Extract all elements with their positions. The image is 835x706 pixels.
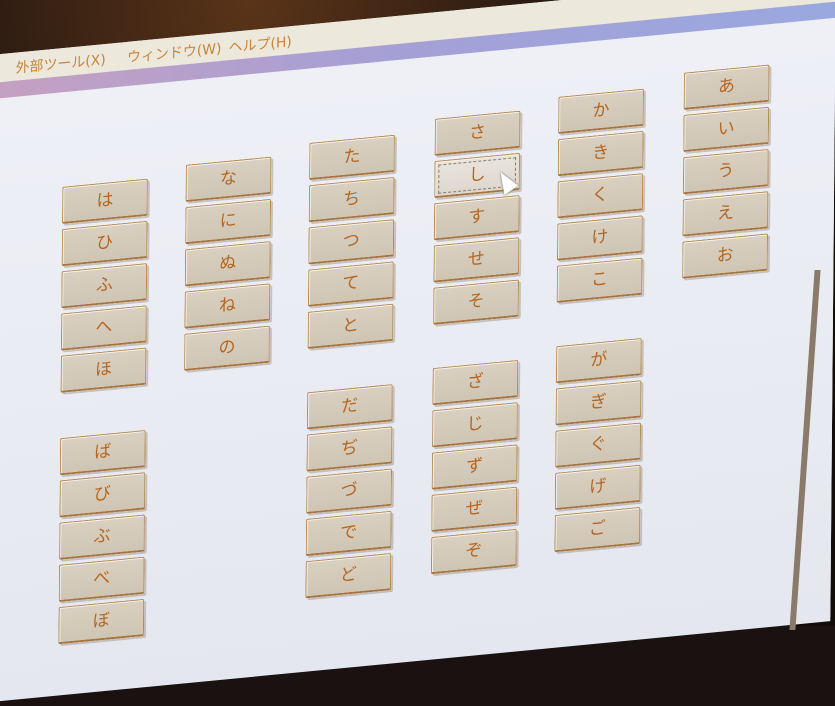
kana-key[interactable]: び xyxy=(59,472,146,518)
column-za: ざ じ ず ぜ ぞ xyxy=(430,359,519,575)
kana-key[interactable]: ご xyxy=(554,506,641,553)
kana-key[interactable]: お xyxy=(682,233,769,279)
kana-key[interactable]: き xyxy=(557,130,644,177)
kana-key[interactable]: べ xyxy=(58,556,145,603)
kana-key[interactable]: ぼ xyxy=(58,598,145,645)
kana-key[interactable]: う xyxy=(682,148,769,195)
kana-key[interactable]: は xyxy=(61,178,148,224)
kana-key[interactable]: ぞ xyxy=(430,528,517,575)
kana-key[interactable]: だ xyxy=(306,384,393,430)
column-ha: は ひ ふ へ ほ xyxy=(60,178,148,393)
kana-key[interactable]: つ xyxy=(308,219,395,265)
kana-key[interactable]: て xyxy=(307,261,394,307)
kana-key[interactable]: ね xyxy=(184,283,271,329)
kana-key[interactable]: ぎ xyxy=(555,380,642,426)
kana-key[interactable]: ぶ xyxy=(59,514,145,560)
kana-key[interactable]: た xyxy=(309,134,395,181)
kana-key[interactable]: い xyxy=(683,106,770,153)
kana-key[interactable]: さ xyxy=(434,110,521,156)
kana-key[interactable]: が xyxy=(555,337,642,384)
column-ba: ば び ぶ べ ぼ xyxy=(58,429,146,645)
kana-key[interactable]: じ xyxy=(431,402,518,448)
kana-key[interactable]: ぜ xyxy=(431,486,518,533)
column-ga: が ぎ ぐ げ ご xyxy=(554,337,642,553)
kana-key[interactable]: か xyxy=(558,88,644,135)
kana-key[interactable]: げ xyxy=(554,464,641,511)
kana-key[interactable]: で xyxy=(305,510,392,557)
kana-key[interactable]: ど xyxy=(305,552,392,599)
kana-key[interactable]: そ xyxy=(433,279,519,325)
kana-key[interactable]: ば xyxy=(59,429,146,476)
kana-key[interactable]: ず xyxy=(431,444,518,490)
kana-key[interactable]: と xyxy=(307,303,394,350)
column-ka: か き く け こ xyxy=(556,88,644,303)
kana-key[interactable]: え xyxy=(682,191,769,237)
kana-key[interactable]: く xyxy=(557,173,644,219)
kana-key[interactable]: ほ xyxy=(60,347,147,393)
menu-help[interactable]: ヘルプ(H) xyxy=(229,31,292,57)
column-ta: た ち つ て と xyxy=(307,134,395,350)
kana-key[interactable]: づ xyxy=(306,468,393,514)
kana-key[interactable]: け xyxy=(556,215,643,261)
column-a: あ い う え お xyxy=(682,64,770,279)
kana-key[interactable]: あ xyxy=(683,64,770,110)
column-na: な に ぬ ね の xyxy=(184,156,272,371)
column-sa: さ し す せ そ xyxy=(433,110,521,325)
kana-key[interactable]: な xyxy=(185,156,272,203)
kana-key[interactable]: せ xyxy=(433,237,520,283)
kana-key[interactable]: ち xyxy=(308,176,395,223)
kana-key[interactable]: ぐ xyxy=(555,422,642,468)
kana-key[interactable]: に xyxy=(185,198,272,245)
kana-keyboard-panel: あ い う え お か き く け こ さ し す せ そ た ち つ て と xyxy=(0,17,835,706)
kana-key[interactable]: す xyxy=(433,194,520,241)
kana-key[interactable]: ふ xyxy=(61,263,148,309)
kana-key[interactable]: ひ xyxy=(61,220,148,267)
kana-key[interactable]: へ xyxy=(60,305,147,351)
column-da: だ ぢ づ で ど xyxy=(305,384,393,599)
kana-key[interactable]: ざ xyxy=(432,359,519,406)
kana-key[interactable]: こ xyxy=(556,257,643,303)
kana-key[interactable]: の xyxy=(184,325,270,371)
kana-key[interactable]: ぬ xyxy=(184,241,271,287)
projected-screen: 外部ツール(X) ウィンドウ(W) ヘルプ(H) あ い う え お か き く… xyxy=(0,0,835,706)
kana-key[interactable]: ぢ xyxy=(306,426,393,472)
